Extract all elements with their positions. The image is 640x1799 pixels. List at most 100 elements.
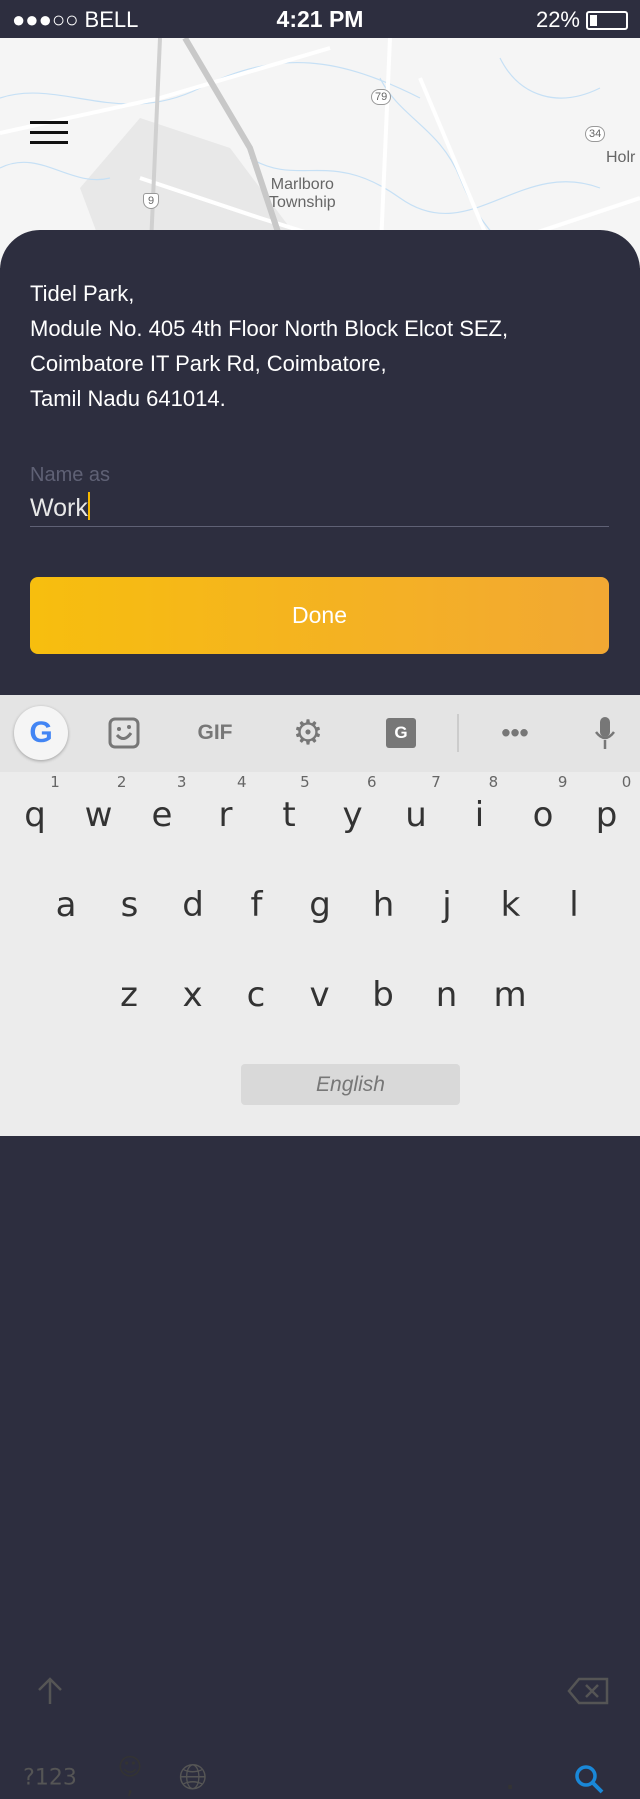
- key-label: x: [182, 975, 203, 1015]
- key-label: i: [474, 795, 485, 835]
- key-label: c: [246, 975, 266, 1015]
- key-d[interactable]: d: [182, 885, 204, 925]
- status-bar: ●●●○○ BELL 4:21 PM 22%: [0, 0, 640, 38]
- search-icon[interactable]: [574, 1764, 604, 1794]
- key-label: q: [24, 795, 46, 835]
- key-i[interactable]: i8: [474, 773, 498, 835]
- globe-icon[interactable]: 🌐︎: [179, 1757, 208, 1799]
- keyboard-toolbar: G GIF ⚙ G •••: [0, 695, 640, 772]
- key-w[interactable]: w2: [84, 773, 127, 835]
- key-hint: 1: [50, 773, 60, 791]
- key-h[interactable]: h: [373, 885, 395, 925]
- key-label: k: [500, 885, 521, 925]
- emoji-comma-key[interactable]: ☺,: [117, 1755, 142, 1797]
- map-label-town: Marlboro Township: [269, 176, 336, 212]
- address-line: Tamil Nadu 641014.: [30, 386, 226, 411]
- key-g[interactable]: g: [309, 885, 331, 925]
- backspace-icon[interactable]: [567, 1677, 609, 1705]
- key-c[interactable]: c: [247, 975, 266, 1015]
- text-caret: [87, 492, 90, 520]
- menu-hamburger-icon[interactable]: [30, 121, 68, 145]
- gear-icon[interactable]: ⚙: [293, 713, 323, 753]
- route-shield: 9: [143, 193, 160, 209]
- key-y[interactable]: y6: [342, 773, 376, 835]
- battery-percent: 22%: [535, 7, 580, 32]
- key-label: v: [309, 975, 330, 1015]
- key-label: y: [342, 795, 363, 835]
- key-f[interactable]: f: [251, 885, 263, 925]
- key-t[interactable]: t5: [282, 773, 309, 835]
- key-q[interactable]: q1: [24, 773, 60, 835]
- location-sheet: Tidel Park, Module No. 405 4th Floor Nor…: [0, 230, 640, 695]
- key-label: b: [372, 975, 394, 1015]
- key-hint: 9: [557, 773, 568, 791]
- key-s[interactable]: s: [121, 885, 139, 925]
- key-k[interactable]: k: [501, 885, 521, 925]
- name-field-label: Name as: [30, 464, 111, 486]
- key-hint: 5: [300, 773, 310, 791]
- address-line: Coimbatore IT Park Rd, Coimbatore,: [30, 351, 387, 376]
- mic-icon[interactable]: [593, 716, 617, 750]
- key-r[interactable]: r4: [218, 773, 247, 835]
- key-hint: 3: [176, 773, 187, 791]
- google-icon[interactable]: G: [14, 706, 68, 760]
- key-z[interactable]: z: [120, 975, 138, 1015]
- key-label: s: [120, 885, 139, 925]
- symbols-key[interactable]: ?123: [23, 1766, 77, 1791]
- key-label: a: [55, 885, 77, 925]
- toolbar-divider: [457, 714, 459, 752]
- key-u[interactable]: u7: [405, 773, 441, 835]
- route-shield: 34: [585, 126, 606, 142]
- key-e[interactable]: e3: [151, 773, 187, 835]
- key-label: t: [282, 795, 296, 835]
- map-label: Township: [269, 194, 336, 211]
- more-icon[interactable]: •••: [501, 718, 528, 749]
- key-label: r: [218, 795, 233, 835]
- key-label: l: [569, 885, 579, 925]
- battery-icon: [586, 10, 628, 30]
- done-button[interactable]: Done: [30, 577, 609, 654]
- key-p[interactable]: p0: [595, 773, 632, 835]
- key-l[interactable]: l: [569, 885, 578, 925]
- key-hint: 7: [431, 773, 441, 791]
- key-label: p: [595, 795, 618, 835]
- space-bar[interactable]: English: [241, 1064, 460, 1105]
- key-hint: 4: [236, 773, 247, 791]
- gif-button[interactable]: GIF: [198, 721, 233, 745]
- translate-icon[interactable]: G: [386, 718, 416, 748]
- key-hint: 6: [367, 773, 377, 791]
- address: Tidel Park, Module No. 405 4th Floor Nor…: [30, 276, 508, 416]
- key-label: j: [442, 885, 452, 925]
- key-label: g: [309, 885, 331, 925]
- name-input[interactable]: Work: [30, 492, 609, 527]
- key-j[interactable]: j: [442, 885, 451, 925]
- key-label: o: [532, 795, 554, 835]
- shift-icon[interactable]: [35, 1676, 65, 1706]
- key-label: f: [250, 885, 263, 925]
- key-v[interactable]: v: [309, 975, 329, 1015]
- key-label: d: [182, 885, 204, 925]
- key-label: h: [372, 885, 395, 925]
- key-label: e: [151, 795, 173, 835]
- sticker-icon[interactable]: [108, 717, 140, 749]
- key-o[interactable]: o9: [532, 773, 568, 835]
- key-label: m: [493, 975, 527, 1015]
- key-x[interactable]: x: [182, 975, 202, 1015]
- key-hint: 2: [116, 773, 127, 791]
- key-m[interactable]: m: [493, 975, 526, 1015]
- name-input-value: Work: [30, 494, 88, 522]
- key-label: u: [405, 795, 427, 835]
- comma: ,: [126, 1771, 134, 1799]
- key-hint: 0: [621, 773, 632, 791]
- route-shield: 79: [371, 89, 392, 105]
- key-label: z: [120, 975, 138, 1015]
- address-title: Tidel Park,: [30, 281, 135, 306]
- key-n[interactable]: n: [436, 975, 458, 1015]
- key-label: n: [435, 975, 458, 1015]
- map-label: Marlboro: [270, 176, 334, 193]
- address-line: Module No. 405 4th Floor North Block Elc…: [30, 316, 509, 341]
- key-label: w: [84, 795, 113, 835]
- key-b[interactable]: b: [372, 975, 394, 1015]
- key-a[interactable]: a: [56, 885, 77, 925]
- period-key[interactable]: .: [505, 1758, 516, 1798]
